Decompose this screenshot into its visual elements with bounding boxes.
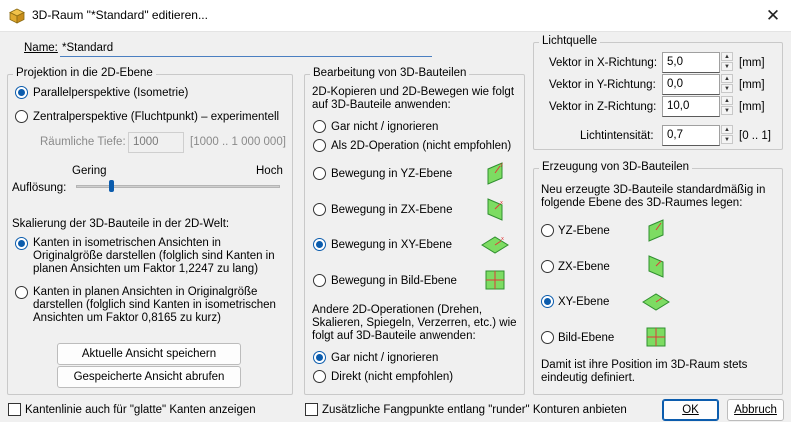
plane-zx-icon: x xyxy=(487,198,503,221)
cancel-button-label: Abbruch xyxy=(734,404,777,416)
light-y-input[interactable]: 0,0 xyxy=(662,74,720,95)
other-ignore-label: Gar nicht / ignorieren xyxy=(331,352,439,364)
radio-central[interactable] xyxy=(15,110,28,123)
snap-checkbox[interactable] xyxy=(305,403,318,416)
edge-checkbox-label: Kantenlinie auch für "glatte" Kanten anz… xyxy=(25,404,256,416)
radio-edit-yz[interactable] xyxy=(313,167,326,180)
edit-zx-label: Bewegung in ZX-Ebene xyxy=(331,204,453,216)
light-x-spinner[interactable]: ▲ ▼ xyxy=(721,52,733,71)
plane-xy-icon: x xyxy=(481,236,509,254)
light-intensity-spinner[interactable]: ▲ ▼ xyxy=(721,125,733,144)
create-image-label: Bild-Ebene xyxy=(558,332,615,344)
light-y-spinner[interactable]: ▲ ▼ xyxy=(721,74,733,93)
plane-yz-icon: y xyxy=(487,162,503,185)
light-z-unit: [mm] xyxy=(739,101,765,113)
light-legend: Lichtquelle xyxy=(539,35,600,48)
svg-text:x: x xyxy=(501,236,504,242)
light-y-unit: [mm] xyxy=(739,79,765,91)
resolution-label: Auflösung: xyxy=(12,182,67,194)
creation-intro: Neu erzeugte 3D-Bauteile standardmäßig i… xyxy=(541,184,766,209)
editing-legend: Bearbeitung von 3D-Bauteilen xyxy=(310,67,470,80)
save-view-button[interactable]: Aktuelle Ansicht speichern xyxy=(57,343,241,365)
window-title: 3D-Raum "*Standard" editieren... xyxy=(32,8,208,22)
name-label: Name: xyxy=(24,42,58,55)
creation-footer: Damit ist ihre Position im 3D-Raum stets… xyxy=(541,359,748,384)
snap-checkbox-label: Zusätzliche Fangpunkte entlang "runder" … xyxy=(322,404,627,416)
create-xy-label: XY-Ebene xyxy=(558,296,610,308)
radio-edit-xy[interactable] xyxy=(313,238,326,251)
cancel-button[interactable]: Abbruch xyxy=(727,399,784,421)
depth-range: [1000 .. 1 000 000] xyxy=(190,136,286,148)
svg-text:x: x xyxy=(500,200,503,206)
radio-parallel[interactable] xyxy=(15,86,28,99)
editing-other-intro: Andere 2D-Operationen (Drehen, Skalieren… xyxy=(312,304,517,342)
radio-edit-zx[interactable] xyxy=(313,203,326,216)
resolution-low-label: Gering xyxy=(72,165,107,177)
central-label: Zentralperspektive (Fluchtpunkt) – exper… xyxy=(33,111,280,123)
light-intensity-label: Lichtintensität: xyxy=(580,130,654,142)
edit-yz-label: Bewegung in YZ-Ebene xyxy=(331,168,453,180)
create-plane-image-icon xyxy=(646,327,666,347)
name-label-text: Name: xyxy=(24,42,58,54)
light-intensity-range: [0 .. 1] xyxy=(739,130,771,142)
radio-other-direct[interactable] xyxy=(313,370,326,383)
edit-image-label: Bewegung in Bild-Ebene xyxy=(331,275,457,287)
edit-xy-label: Bewegung in XY-Ebene xyxy=(331,239,453,251)
parallel-label: Parallelperspektive (Isometrie) xyxy=(33,87,189,99)
edit-ignore-label: Gar nicht / ignorieren xyxy=(331,121,439,133)
edit-2d-label: Als 2D-Operation (nicht empfohlen) xyxy=(331,140,512,152)
light-z-input[interactable]: 10,0 xyxy=(662,96,720,117)
radio-create-image[interactable] xyxy=(541,331,554,344)
light-x-unit: [mm] xyxy=(739,57,765,69)
light-x-label: Vektor in X-Richtung: xyxy=(549,57,658,69)
cube-icon xyxy=(9,8,25,24)
close-button[interactable]: ✕ xyxy=(762,5,784,27)
radio-create-zx[interactable] xyxy=(541,260,554,273)
radio-create-yz[interactable] xyxy=(541,224,554,237)
radio-other-ignore[interactable] xyxy=(313,351,326,364)
scaling-title: Skalierung der 3D-Bauteile in der 2D-Wel… xyxy=(12,218,230,230)
depth-label: Räumliche Tiefe: xyxy=(40,136,126,148)
create-yz-label: YZ-Ebene xyxy=(558,225,610,237)
create-plane-xy-icon xyxy=(642,293,670,311)
creation-legend: Erzeugung von 3D-Bauteilen xyxy=(539,161,693,174)
name-input[interactable]: *Standard xyxy=(60,40,432,57)
plane-image-icon xyxy=(485,270,505,290)
create-plane-zx-icon xyxy=(648,255,664,278)
light-intensity-input[interactable]: 0,7 xyxy=(662,125,720,146)
radio-edit-image[interactable] xyxy=(313,274,326,287)
radio-edit-ignore[interactable] xyxy=(313,120,326,133)
resolution-high-label: Hoch xyxy=(256,165,283,177)
create-zx-label: ZX-Ebene xyxy=(558,261,610,273)
depth-input[interactable]: 1000 xyxy=(128,132,184,153)
resolution-slider-thumb[interactable] xyxy=(108,180,114,192)
radio-create-xy[interactable] xyxy=(541,295,554,308)
resolution-slider-track[interactable] xyxy=(76,185,280,188)
edge-checkbox[interactable] xyxy=(8,403,21,416)
editing-intro: 2D-Kopieren und 2D-Bewegen wie folgt auf… xyxy=(312,86,515,111)
svg-text:y: y xyxy=(500,162,503,168)
projection-legend: Projektion in die 2D-Ebene xyxy=(13,67,156,80)
radio-scaling-plan[interactable] xyxy=(15,286,28,299)
scaling-plan-label: Kanten in planen Ansichten in Originalgr… xyxy=(33,286,276,324)
light-z-spinner[interactable]: ▲ ▼ xyxy=(721,96,733,115)
other-direct-label: Direkt (nicht empfohlen) xyxy=(331,371,454,383)
light-y-label: Vektor in Y-Richtung: xyxy=(549,79,656,91)
light-x-input[interactable]: 5,0 xyxy=(662,52,720,73)
create-plane-yz-icon xyxy=(648,219,664,242)
scaling-iso-label: Kanten in isometrischen Ansichten in Ori… xyxy=(33,237,275,275)
ok-button-label: OK xyxy=(682,404,699,416)
radio-scaling-iso[interactable] xyxy=(15,237,28,250)
ok-button[interactable]: OK xyxy=(662,399,719,421)
radio-edit-2d[interactable] xyxy=(313,139,326,152)
light-z-label: Vektor in Z-Richtung: xyxy=(549,101,657,113)
load-view-button[interactable]: Gespeicherte Ansicht abrufen xyxy=(57,366,241,388)
